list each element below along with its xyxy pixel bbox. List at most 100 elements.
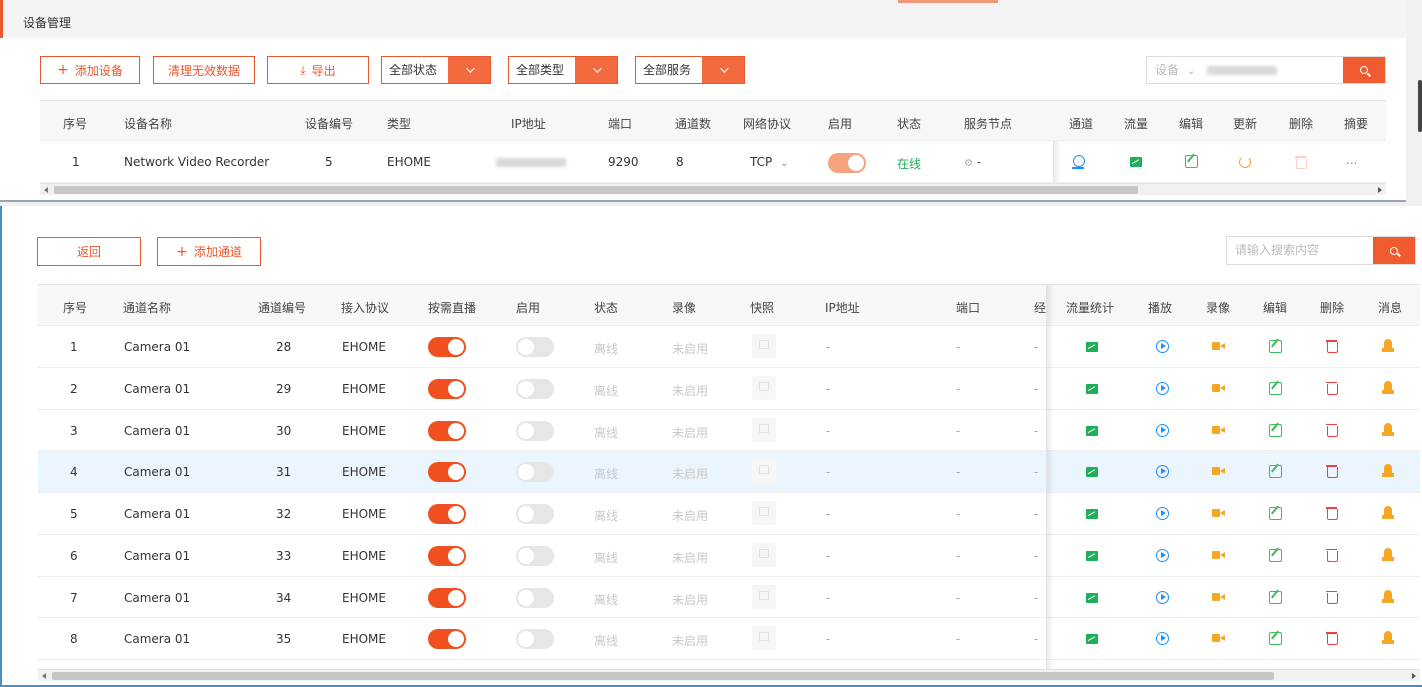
snapshot-placeholder-icon[interactable] [752,334,776,358]
video-record-icon[interactable] [1212,592,1225,602]
play-icon[interactable] [1156,381,1169,395]
summary-more[interactable]: ... [1346,153,1357,167]
add-device-button[interactable]: + 添加设备 [40,56,140,84]
edit-icon[interactable] [1269,423,1282,437]
edit-icon[interactable] [1269,381,1282,395]
device-search[interactable]: 设备 ⌄ [1146,56,1386,84]
edit-icon[interactable] [1269,340,1282,353]
table-row[interactable]: 1 Camera 01 28 EHOME 离线 未启用 - - - [38,326,1420,368]
device-enabled-toggle[interactable] [828,153,866,173]
table-row[interactable]: 3 Camera 01 30 EHOME 离线 未启用 - - - [38,409,1420,452]
traffic-stats-icon[interactable] [1086,467,1098,478]
traffic-stats-icon[interactable] [1086,634,1098,645]
channel-table-scrollbar[interactable] [38,669,1420,681]
export-button[interactable]: ⤓ 导出 [267,56,369,84]
delete-icon[interactable] [1326,381,1338,395]
video-record-icon[interactable] [1212,425,1225,435]
traffic-stats-icon[interactable] [1086,342,1098,352]
edit-icon[interactable] [1269,632,1282,646]
status-filter-select[interactable]: 全部状态 [381,56,491,84]
bell-icon[interactable] [1382,422,1394,436]
search-button[interactable] [1373,237,1415,264]
delete-icon[interactable] [1326,590,1338,604]
table-row[interactable]: 4 Camera 01 31 EHOME 离线 未启用 - - - [38,451,1420,493]
search-button[interactable] [1343,57,1385,83]
play-icon[interactable] [1156,423,1169,437]
edit-icon[interactable] [1269,465,1282,479]
play-icon[interactable] [1156,632,1169,646]
video-record-icon[interactable] [1212,550,1225,560]
device-table-scrollbar[interactable] [40,183,1386,195]
clear-invalid-data-button[interactable]: 清理无效数据 [153,56,255,84]
add-channel-button[interactable]: + 添加通道 [157,237,261,266]
traffic-stats-icon[interactable] [1086,383,1098,394]
bell-icon[interactable] [1382,589,1394,603]
channel-enabled-toggle[interactable] [516,378,554,399]
play-icon[interactable] [1156,548,1169,562]
edit-icon[interactable] [1269,590,1282,604]
table-row[interactable]: 7 Camera 01 34 EHOME 离线 未启用 - - - [38,576,1420,619]
traffic-stats-icon[interactable] [1086,550,1098,561]
snapshot-placeholder-icon[interactable] [752,626,776,651]
delete-icon[interactable] [1326,464,1338,479]
table-row[interactable]: 8 Camera 01 35 EHOME 离线 未启用 - - - [38,618,1420,660]
channel-enabled-toggle[interactable] [516,462,554,483]
video-record-icon[interactable] [1212,466,1225,476]
bell-icon[interactable] [1382,464,1394,478]
scroll-thumb[interactable] [52,672,1274,680]
play-icon[interactable] [1156,465,1169,479]
delete-icon[interactable] [1326,339,1338,353]
scroll-thumb[interactable] [54,186,1138,194]
traffic-stats-icon[interactable] [1086,592,1098,603]
snapshot-placeholder-icon[interactable] [752,584,776,609]
scroll-left-icon[interactable] [44,187,48,193]
search-scope-select[interactable]: 设备 ⌄ [1147,57,1343,83]
scroll-right-icon[interactable] [1412,673,1416,679]
channel-icon[interactable] [1072,155,1085,169]
on-demand-live-toggle[interactable] [428,629,466,650]
table-row[interactable]: 6 Camera 01 33 EHOME 离线 未启用 - - - [38,534,1420,577]
table-row[interactable]: 2 Camera 01 29 EHOME 离线 未启用 - - - [38,367,1420,410]
delete-icon[interactable] [1326,506,1338,520]
on-demand-live-toggle[interactable] [428,587,466,608]
video-record-icon[interactable] [1212,383,1225,393]
snapshot-placeholder-icon[interactable] [752,459,776,484]
delete-icon[interactable] [1326,548,1338,562]
on-demand-live-toggle[interactable] [428,545,466,566]
snapshot-placeholder-icon[interactable] [752,501,776,525]
snapshot-placeholder-icon[interactable] [752,375,776,400]
play-icon[interactable] [1156,340,1169,353]
back-button[interactable]: 返回 [37,237,141,266]
video-record-icon[interactable] [1212,633,1225,643]
channel-enabled-toggle[interactable] [516,629,554,650]
delete-icon[interactable] [1295,155,1307,169]
channel-enabled-toggle[interactable] [516,587,554,608]
play-icon[interactable] [1156,507,1169,520]
bell-icon[interactable] [1382,547,1394,561]
traffic-stats-icon[interactable] [1086,509,1098,519]
service-filter-select[interactable]: 全部服务 [635,56,745,84]
search-input-redacted[interactable] [1207,66,1278,75]
play-icon[interactable] [1156,590,1169,604]
bell-icon[interactable] [1382,339,1394,352]
delete-icon[interactable] [1326,631,1338,646]
snapshot-placeholder-icon[interactable] [752,542,776,567]
bell-icon[interactable] [1382,631,1394,645]
on-demand-live-toggle[interactable] [428,462,466,483]
traffic-icon[interactable] [1130,157,1142,167]
channel-enabled-toggle[interactable] [516,420,554,441]
edit-icon[interactable] [1185,155,1198,168]
channel-enabled-toggle[interactable] [516,545,554,566]
video-record-icon[interactable] [1212,341,1225,351]
on-demand-live-toggle[interactable] [428,337,466,357]
delete-icon[interactable] [1326,423,1338,437]
channel-search[interactable]: 请输入搜索内容 [1226,236,1416,265]
bell-icon[interactable] [1382,506,1394,519]
channel-enabled-toggle[interactable] [516,504,554,524]
protocol-select[interactable]: TCP ⌄ [750,155,788,169]
on-demand-live-toggle[interactable] [428,504,466,524]
table-row[interactable]: 5 Camera 01 32 EHOME 离线 未启用 - - - [38,493,1420,535]
scroll-left-icon[interactable] [42,673,46,679]
video-record-icon[interactable] [1212,508,1225,518]
window-scroll-handle[interactable] [1418,80,1422,132]
